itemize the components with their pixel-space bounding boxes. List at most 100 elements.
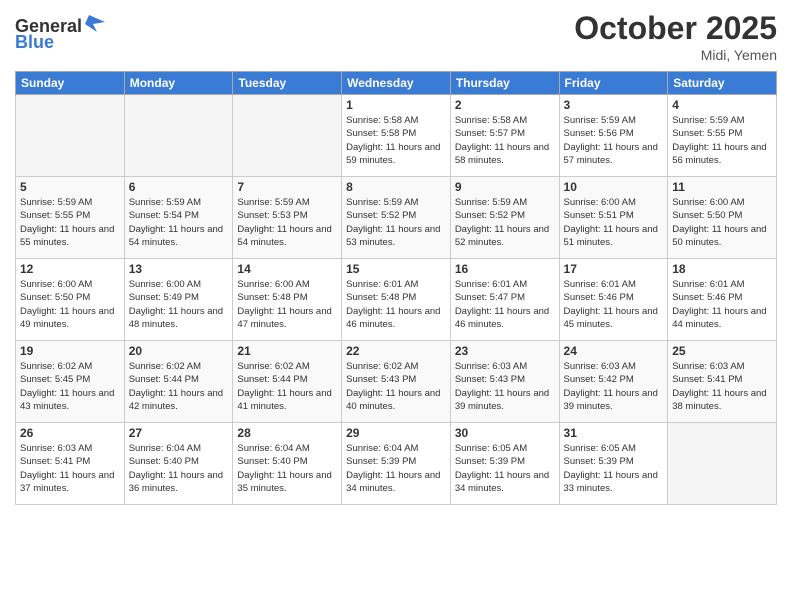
weekday-header-tuesday: Tuesday <box>233 72 342 95</box>
calendar-cell: 31Sunrise: 6:05 AM Sunset: 5:39 PM Dayli… <box>559 423 668 505</box>
calendar-cell: 28 Sunrise: 6:04 AM Sunset: 5:40 PM Dayli… <box>233 423 342 505</box>
day-info: Sunrise: 6:05 AM Sunset: 5:39 PM Dayligh… <box>455 442 555 495</box>
day-number: 2 <box>455 98 555 112</box>
week-row-4: 19Sunrise: 6:02 AM Sunset: 5:45 PM Dayli… <box>16 341 777 423</box>
calendar-cell: 15 Sunrise: 6:01 AM Sunset: 5:48 PM Dayli… <box>342 259 451 341</box>
calendar-cell: 13Sunrise: 6:00 AM Sunset: 5:49 PM Dayli… <box>124 259 233 341</box>
day-info: Sunrise: 6:02 AM Sunset: 5:44 PM Dayligh… <box>129 360 229 413</box>
svg-text:Blue: Blue <box>15 32 54 50</box>
day-number: 5 <box>20 180 120 194</box>
calendar-cell: 9Sunrise: 5:59 AM Sunset: 5:52 PM Daylig… <box>450 177 559 259</box>
calendar-cell: 7 Sunrise: 5:59 AM Sunset: 5:53 PM Daylig… <box>233 177 342 259</box>
day-info: Sunrise: 5:59 AM Sunset: 5:55 PM Dayligh… <box>672 114 772 167</box>
day-info: Sunrise: 5:59 AM Sunset: 5:52 PM Dayligh… <box>346 196 446 249</box>
day-info: Sunrise: 6:00 AM Sunset: 5:50 PM Dayligh… <box>20 278 120 331</box>
week-row-2: 5 Sunrise: 5:59 AM Sunset: 5:55 PM Daylig… <box>16 177 777 259</box>
calendar-cell <box>124 95 233 177</box>
day-number: 23 <box>455 344 555 358</box>
week-row-1: 1 Sunrise: 5:58 AM Sunset: 5:58 PM Daylig… <box>16 95 777 177</box>
day-number: 16 <box>455 262 555 276</box>
day-number: 29 <box>346 426 446 440</box>
weekday-header-sunday: Sunday <box>16 72 125 95</box>
calendar-cell: 11 Sunrise: 6:00 AM Sunset: 5:50 PM Dayli… <box>668 177 777 259</box>
day-number: 31 <box>564 426 664 440</box>
day-number: 25 <box>672 344 772 358</box>
day-info: Sunrise: 5:59 AM Sunset: 5:55 PM Dayligh… <box>20 196 120 249</box>
week-row-3: 12 Sunrise: 6:00 AM Sunset: 5:50 PM Dayli… <box>16 259 777 341</box>
title-block: October 2025 Midi, Yemen <box>574 10 777 63</box>
calendar-cell: 1 Sunrise: 5:58 AM Sunset: 5:58 PM Daylig… <box>342 95 451 177</box>
weekday-header-friday: Friday <box>559 72 668 95</box>
logo: General Blue <box>15 10 115 55</box>
day-number: 17 <box>564 262 664 276</box>
calendar-cell <box>16 95 125 177</box>
day-number: 7 <box>237 180 337 194</box>
day-number: 21 <box>237 344 337 358</box>
calendar-cell: 20 Sunrise: 6:02 AM Sunset: 5:44 PM Dayli… <box>124 341 233 423</box>
weekday-header-monday: Monday <box>124 72 233 95</box>
calendar-cell <box>233 95 342 177</box>
day-info: Sunrise: 6:04 AM Sunset: 5:40 PM Dayligh… <box>237 442 337 495</box>
calendar-cell: 27 Sunrise: 6:04 AM Sunset: 5:40 PM Dayli… <box>124 423 233 505</box>
week-row-5: 26 Sunrise: 6:03 AM Sunset: 5:41 PM Dayli… <box>16 423 777 505</box>
day-number: 30 <box>455 426 555 440</box>
day-info: Sunrise: 6:00 AM Sunset: 5:49 PM Dayligh… <box>129 278 229 331</box>
day-info: Sunrise: 6:03 AM Sunset: 5:43 PM Dayligh… <box>455 360 555 413</box>
day-info: Sunrise: 5:59 AM Sunset: 5:53 PM Dayligh… <box>237 196 337 249</box>
calendar-cell: 21 Sunrise: 6:02 AM Sunset: 5:44 PM Dayli… <box>233 341 342 423</box>
day-number: 12 <box>20 262 120 276</box>
day-number: 6 <box>129 180 229 194</box>
calendar-cell: 16Sunrise: 6:01 AM Sunset: 5:47 PM Dayli… <box>450 259 559 341</box>
day-info: Sunrise: 6:04 AM Sunset: 5:40 PM Dayligh… <box>129 442 229 495</box>
logo-block: General Blue <box>15 10 115 55</box>
weekday-header-row: SundayMondayTuesdayWednesdayThursdayFrid… <box>16 72 777 95</box>
calendar-cell: 26 Sunrise: 6:03 AM Sunset: 5:41 PM Dayli… <box>16 423 125 505</box>
day-info: Sunrise: 6:01 AM Sunset: 5:48 PM Dayligh… <box>346 278 446 331</box>
day-info: Sunrise: 6:00 AM Sunset: 5:50 PM Dayligh… <box>672 196 772 249</box>
calendar-cell: 6 Sunrise: 5:59 AM Sunset: 5:54 PM Daylig… <box>124 177 233 259</box>
day-number: 26 <box>20 426 120 440</box>
calendar-table: SundayMondayTuesdayWednesdayThursdayFrid… <box>15 71 777 505</box>
day-number: 20 <box>129 344 229 358</box>
day-number: 3 <box>564 98 664 112</box>
day-number: 10 <box>564 180 664 194</box>
calendar-cell: 3 Sunrise: 5:59 AM Sunset: 5:56 PM Daylig… <box>559 95 668 177</box>
day-number: 11 <box>672 180 772 194</box>
day-number: 27 <box>129 426 229 440</box>
calendar-cell: 23 Sunrise: 6:03 AM Sunset: 5:43 PM Dayli… <box>450 341 559 423</box>
day-number: 4 <box>672 98 772 112</box>
weekday-header-thursday: Thursday <box>450 72 559 95</box>
day-number: 1 <box>346 98 446 112</box>
day-info: Sunrise: 6:00 AM Sunset: 5:51 PM Dayligh… <box>564 196 664 249</box>
calendar-cell: 12 Sunrise: 6:00 AM Sunset: 5:50 PM Dayli… <box>16 259 125 341</box>
calendar-cell: 8Sunrise: 5:59 AM Sunset: 5:52 PM Daylig… <box>342 177 451 259</box>
day-info: Sunrise: 6:03 AM Sunset: 5:41 PM Dayligh… <box>20 442 120 495</box>
day-number: 15 <box>346 262 446 276</box>
month-title: October 2025 <box>574 10 777 47</box>
calendar-cell: 18Sunrise: 6:01 AM Sunset: 5:46 PM Dayli… <box>668 259 777 341</box>
calendar-cell: 2 Sunrise: 5:58 AM Sunset: 5:57 PM Daylig… <box>450 95 559 177</box>
day-info: Sunrise: 6:01 AM Sunset: 5:46 PM Dayligh… <box>564 278 664 331</box>
weekday-header-saturday: Saturday <box>668 72 777 95</box>
day-info: Sunrise: 5:59 AM Sunset: 5:52 PM Dayligh… <box>455 196 555 249</box>
calendar-cell: 4 Sunrise: 5:59 AM Sunset: 5:55 PM Daylig… <box>668 95 777 177</box>
calendar-cell: 5 Sunrise: 5:59 AM Sunset: 5:55 PM Daylig… <box>16 177 125 259</box>
calendar-cell: 30 Sunrise: 6:05 AM Sunset: 5:39 PM Dayli… <box>450 423 559 505</box>
day-number: 28 <box>237 426 337 440</box>
calendar-cell: 14Sunrise: 6:00 AM Sunset: 5:48 PM Dayli… <box>233 259 342 341</box>
day-info: Sunrise: 6:04 AM Sunset: 5:39 PM Dayligh… <box>346 442 446 495</box>
header: General Blue October 2025 Midi, Yemen <box>15 10 777 63</box>
day-info: Sunrise: 5:59 AM Sunset: 5:54 PM Dayligh… <box>129 196 229 249</box>
weekday-header-wednesday: Wednesday <box>342 72 451 95</box>
day-number: 24 <box>564 344 664 358</box>
day-info: Sunrise: 6:03 AM Sunset: 5:41 PM Dayligh… <box>672 360 772 413</box>
logo-svg: General Blue <box>15 10 115 50</box>
day-info: Sunrise: 6:02 AM Sunset: 5:43 PM Dayligh… <box>346 360 446 413</box>
day-info: Sunrise: 5:59 AM Sunset: 5:56 PM Dayligh… <box>564 114 664 167</box>
calendar-cell <box>668 423 777 505</box>
calendar-cell: 29 Sunrise: 6:04 AM Sunset: 5:39 PM Dayli… <box>342 423 451 505</box>
day-info: Sunrise: 5:58 AM Sunset: 5:57 PM Dayligh… <box>455 114 555 167</box>
day-info: Sunrise: 6:02 AM Sunset: 5:44 PM Dayligh… <box>237 360 337 413</box>
day-number: 14 <box>237 262 337 276</box>
day-info: Sunrise: 5:58 AM Sunset: 5:58 PM Dayligh… <box>346 114 446 167</box>
